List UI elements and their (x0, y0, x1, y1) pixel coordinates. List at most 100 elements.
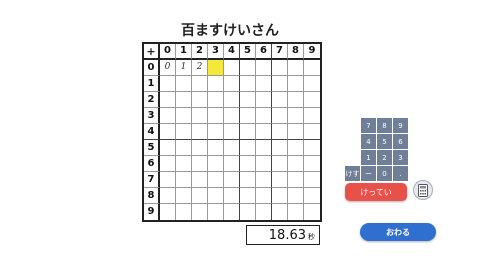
keypad-key[interactable]: 1 (361, 150, 376, 165)
answer-cell[interactable] (272, 204, 288, 220)
answer-cell[interactable] (208, 124, 224, 140)
answer-cell[interactable] (256, 172, 272, 188)
answer-cell[interactable] (272, 92, 288, 108)
answer-cell[interactable] (256, 92, 272, 108)
keypad-key[interactable]: . (393, 166, 408, 181)
answer-cell[interactable] (176, 76, 192, 92)
answer-cell[interactable] (272, 156, 288, 172)
answer-cell[interactable] (224, 92, 240, 108)
active-answer-cell[interactable] (208, 60, 224, 76)
answer-cell[interactable] (192, 76, 208, 92)
answer-cell[interactable] (288, 92, 304, 108)
answer-cell[interactable] (176, 172, 192, 188)
answer-cell[interactable] (208, 108, 224, 124)
answer-cell[interactable] (240, 156, 256, 172)
answer-cell[interactable] (192, 92, 208, 108)
answer-cell[interactable] (160, 204, 176, 220)
answer-cell[interactable] (240, 60, 256, 76)
answer-cell[interactable] (304, 204, 320, 220)
answer-cell[interactable] (224, 108, 240, 124)
answer-cell[interactable]: 1 (176, 60, 192, 76)
submit-answer-button[interactable]: けってい (345, 183, 407, 201)
answer-cell[interactable] (272, 108, 288, 124)
keypad-key[interactable]: 7 (361, 118, 376, 133)
answer-cell[interactable] (208, 156, 224, 172)
finish-button[interactable]: おわる (360, 223, 436, 241)
answer-cell[interactable] (256, 60, 272, 76)
calculator-button[interactable] (413, 180, 433, 200)
answer-cell[interactable] (224, 204, 240, 220)
answer-cell[interactable] (272, 124, 288, 140)
answer-cell[interactable] (288, 60, 304, 76)
keypad-key[interactable]: 2 (377, 150, 392, 165)
answer-cell[interactable] (192, 156, 208, 172)
answer-cell[interactable] (176, 156, 192, 172)
keypad-key[interactable]: 5 (377, 134, 392, 149)
answer-cell[interactable] (240, 108, 256, 124)
answer-cell[interactable] (272, 188, 288, 204)
answer-cell[interactable] (224, 140, 240, 156)
answer-cell[interactable]: 2 (192, 60, 208, 76)
answer-cell[interactable] (208, 140, 224, 156)
answer-cell[interactable] (288, 188, 304, 204)
answer-cell[interactable] (160, 76, 176, 92)
answer-cell[interactable] (208, 172, 224, 188)
answer-cell[interactable] (288, 140, 304, 156)
answer-cell[interactable] (304, 92, 320, 108)
answer-cell[interactable] (224, 76, 240, 92)
answer-cell[interactable] (224, 60, 240, 76)
answer-cell[interactable] (272, 140, 288, 156)
answer-cell[interactable] (288, 156, 304, 172)
answer-cell[interactable] (208, 188, 224, 204)
answer-cell[interactable] (256, 108, 272, 124)
answer-cell[interactable] (256, 156, 272, 172)
answer-cell[interactable] (176, 108, 192, 124)
answer-cell[interactable] (160, 108, 176, 124)
answer-cell[interactable] (304, 108, 320, 124)
answer-cell[interactable] (272, 76, 288, 92)
answer-cell[interactable] (192, 188, 208, 204)
keypad-key[interactable]: ー (361, 166, 376, 181)
keypad-key[interactable]: 0 (377, 166, 392, 181)
answer-cell[interactable] (192, 172, 208, 188)
answer-cell[interactable] (176, 124, 192, 140)
answer-cell[interactable] (224, 172, 240, 188)
answer-cell[interactable] (288, 204, 304, 220)
answer-cell[interactable] (176, 92, 192, 108)
answer-cell[interactable] (272, 172, 288, 188)
answer-cell[interactable] (224, 188, 240, 204)
keypad-key[interactable]: 9 (393, 118, 408, 133)
answer-cell[interactable] (208, 92, 224, 108)
answer-cell[interactable] (288, 76, 304, 92)
answer-cell[interactable]: 0 (160, 60, 176, 76)
answer-cell[interactable] (240, 140, 256, 156)
answer-cell[interactable] (160, 140, 176, 156)
answer-cell[interactable] (192, 108, 208, 124)
answer-cell[interactable] (176, 204, 192, 220)
keypad-key[interactable]: 4 (361, 134, 376, 149)
answer-cell[interactable] (240, 172, 256, 188)
answer-cell[interactable] (192, 124, 208, 140)
answer-cell[interactable] (240, 124, 256, 140)
answer-cell[interactable] (240, 92, 256, 108)
answer-cell[interactable] (240, 76, 256, 92)
answer-cell[interactable] (304, 156, 320, 172)
answer-cell[interactable] (224, 156, 240, 172)
answer-cell[interactable] (160, 172, 176, 188)
answer-cell[interactable] (208, 76, 224, 92)
answer-cell[interactable] (304, 188, 320, 204)
answer-cell[interactable] (176, 140, 192, 156)
answer-cell[interactable] (256, 124, 272, 140)
answer-cell[interactable] (256, 140, 272, 156)
answer-cell[interactable] (176, 188, 192, 204)
answer-cell[interactable] (240, 204, 256, 220)
answer-cell[interactable] (288, 108, 304, 124)
answer-cell[interactable] (304, 140, 320, 156)
keypad-key[interactable]: 6 (393, 134, 408, 149)
answer-cell[interactable] (288, 124, 304, 140)
answer-cell[interactable] (224, 124, 240, 140)
answer-cell[interactable] (256, 204, 272, 220)
answer-cell[interactable] (304, 60, 320, 76)
answer-cell[interactable] (240, 188, 256, 204)
answer-cell[interactable] (208, 204, 224, 220)
